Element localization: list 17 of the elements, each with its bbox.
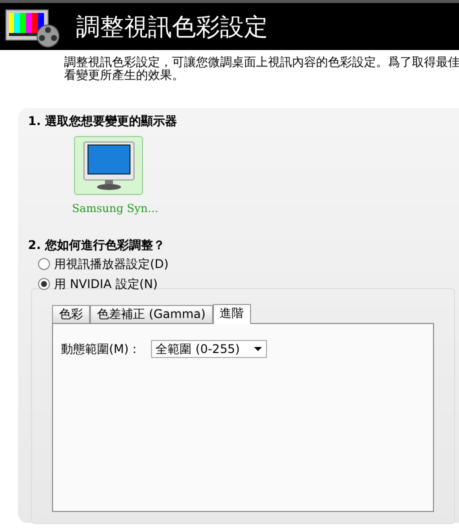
tab[interactable]: 進階 (212, 304, 251, 324)
radio-label[interactable]: 用視訊播放器設定(D) (54, 254, 169, 272)
display-tile[interactable] (74, 136, 143, 195)
dynamic-range-label: 動態範圍(M)： (61, 340, 141, 358)
description-text: 看變更所產生的效果。 (64, 69, 185, 82)
section-heading: 1. 選取您想要變更的顯示器 (28, 113, 178, 130)
radio-button[interactable] (38, 278, 50, 290)
radio-button[interactable] (38, 258, 50, 270)
tab[interactable]: 色差補正 (Gamma) (90, 304, 213, 322)
display-label: Samsung Syn... (72, 201, 160, 217)
tab[interactable]: 色彩 (52, 304, 90, 322)
monitor-icon (82, 140, 134, 190)
radio-label[interactable]: 用 NVIDIA 設定(N) (54, 274, 158, 292)
dropdown-arrow-icon (254, 346, 262, 350)
page-title: 調整視訊色彩設定 (76, 12, 268, 42)
section-heading: 2. 您如何進行色彩調整？ (28, 236, 166, 254)
dynamic-range-dropdown[interactable]: 全範圍 (0-255) (150, 340, 267, 358)
